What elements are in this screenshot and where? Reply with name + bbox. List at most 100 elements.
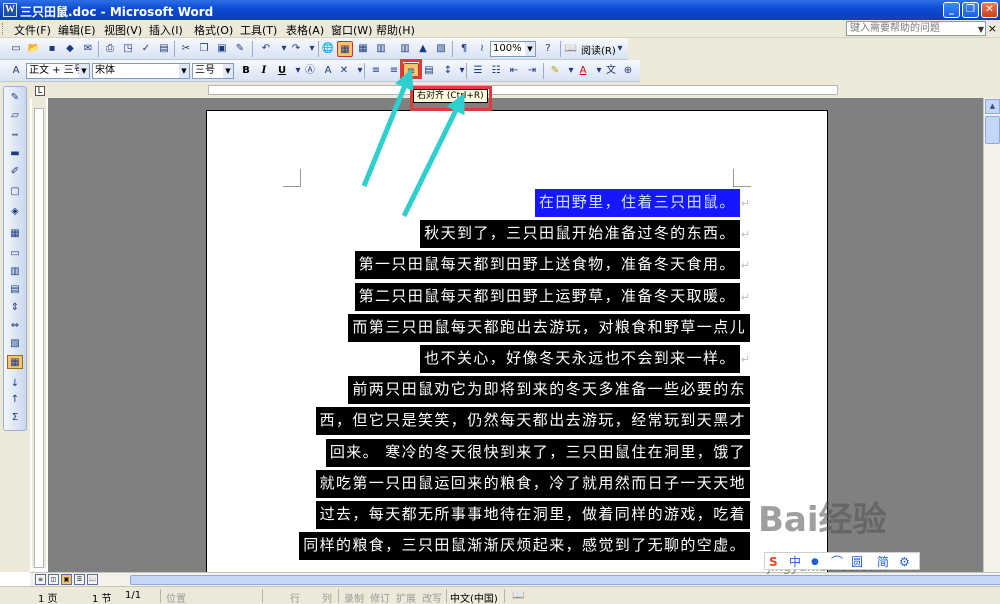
bold-button[interactable]: B bbox=[238, 63, 254, 79]
document-close-button[interactable]: × bbox=[988, 22, 997, 35]
help-search-input[interactable]: 键入需要帮助的问题 ▼ bbox=[846, 21, 986, 36]
print-icon[interactable]: ⎙ bbox=[102, 41, 118, 57]
document-line[interactable]: 前两只田鼠劝它为即将到来的冬天多准备一些必要的东 bbox=[348, 374, 750, 405]
minimize-button[interactable]: _ bbox=[943, 2, 960, 18]
read-mode-icon[interactable]: 📖 bbox=[563, 41, 579, 57]
font-size-select[interactable]: 三号 ▼ bbox=[192, 63, 234, 79]
document-line[interactable]: 而第三只田鼠每天都跑出去游玩，对粮食和野草一点儿 bbox=[348, 312, 750, 342]
line-style-icon[interactable]: ┅ bbox=[7, 129, 23, 143]
document-line[interactable]: 第二只田鼠每天都到田野上运野草，准备冬天取暖。 ↵ bbox=[354, 281, 750, 311]
ime-settings-icon[interactable]: ⚙ bbox=[899, 554, 910, 570]
decrease-indent-icon[interactable]: ⇤ bbox=[506, 63, 522, 79]
normal-view-icon[interactable]: ≡ bbox=[35, 574, 46, 585]
chevron-down-icon[interactable]: ▼ bbox=[978, 23, 984, 36]
sort-ascending-icon[interactable]: ↓ bbox=[7, 377, 23, 391]
char-scale-dropdown-icon[interactable]: ▾ bbox=[352, 63, 368, 79]
menu-tools[interactable]: 工具(T) bbox=[240, 22, 277, 38]
drawing-icon[interactable]: ▲ bbox=[415, 41, 431, 57]
ime-simplified[interactable]: 简 bbox=[877, 554, 889, 570]
border-color-icon[interactable]: ✐ bbox=[7, 165, 23, 179]
sort-descending-icon[interactable]: ↑ bbox=[7, 393, 23, 407]
distributed-icon[interactable]: ▤ bbox=[421, 63, 437, 79]
styles-pane-icon[interactable]: A bbox=[8, 63, 24, 79]
document-line[interactable]: 过去，每天都无所事事地待在洞里，做着同样的游戏，吃着 bbox=[315, 499, 750, 529]
font-select[interactable]: 宋体 ▼ bbox=[92, 63, 190, 79]
print-layout-icon[interactable]: ▣ bbox=[61, 574, 72, 585]
menu-view[interactable]: 视图(V) bbox=[104, 22, 142, 38]
vertical-ruler[interactable] bbox=[34, 108, 44, 568]
show-gridlines-icon[interactable]: ▦ bbox=[7, 355, 23, 369]
new-document-icon[interactable]: ▭ bbox=[8, 41, 24, 57]
align-justify-icon[interactable]: ≡ bbox=[368, 63, 384, 79]
highlight-icon[interactable]: ✎ bbox=[547, 63, 563, 79]
insert-table-vertical-icon[interactable]: ▦ bbox=[7, 227, 23, 241]
document-line[interactable]: 同样的粮食，三只田鼠渐渐厌烦起来，感觉到了无聊的空虚。 bbox=[299, 530, 750, 561]
read-mode-button[interactable]: 阅读(R) bbox=[581, 42, 616, 57]
columns-icon[interactable]: ▥ bbox=[397, 41, 413, 57]
merge-cells-icon[interactable]: ▭ bbox=[7, 247, 23, 261]
menu-help[interactable]: 帮助(H) bbox=[376, 22, 415, 38]
copy-icon[interactable]: ❐ bbox=[196, 41, 212, 57]
document-line[interactable]: 在田野里，住着三只田鼠。 ↵ bbox=[534, 187, 750, 217]
undo-icon[interactable]: ↶ bbox=[258, 41, 274, 57]
tab-selector[interactable]: L bbox=[35, 86, 45, 96]
insert-excel-icon[interactable]: ▥ bbox=[373, 41, 389, 57]
autosum-icon[interactable]: Σ bbox=[7, 411, 23, 425]
scroll-thumb[interactable] bbox=[985, 116, 1000, 144]
print-preview-icon[interactable]: ◳ bbox=[120, 41, 136, 57]
zoom-select[interactable]: 100% ▼ bbox=[490, 41, 536, 57]
char-border-icon[interactable]: Ⓐ bbox=[302, 63, 318, 79]
shading-color-icon[interactable]: ◈ bbox=[7, 205, 23, 219]
menu-table[interactable]: 表格(A) bbox=[286, 22, 324, 38]
status-ext[interactable]: 扩展 bbox=[396, 590, 416, 604]
status-rec[interactable]: 录制 bbox=[344, 590, 364, 604]
scroll-up-icon[interactable]: ▲ bbox=[985, 99, 1000, 114]
word-app-icon[interactable]: W bbox=[3, 3, 17, 17]
chevron-down-icon[interactable]: ▼ bbox=[525, 42, 535, 56]
tables-borders-icon[interactable]: ▦ bbox=[337, 41, 353, 57]
help-icon[interactable]: ? bbox=[540, 41, 556, 57]
outline-view-icon[interactable]: ☰ bbox=[74, 574, 85, 585]
ime-punct-icon[interactable]: ⌒ bbox=[831, 554, 843, 570]
italic-button[interactable]: I bbox=[256, 63, 272, 79]
eraser-icon[interactable]: ▱ bbox=[7, 109, 23, 123]
menu-grip[interactable] bbox=[2, 23, 5, 35]
chevron-down-icon[interactable]: ▼ bbox=[223, 64, 233, 78]
increase-indent-icon[interactable]: ⇥ bbox=[524, 63, 540, 79]
distribute-rows-icon[interactable]: ⇕ bbox=[7, 301, 23, 315]
paste-icon[interactable]: ▣ bbox=[214, 41, 230, 57]
ime-moon-icon[interactable]: ● bbox=[811, 554, 819, 570]
ime-toolbar[interactable]: S 中 ● ⌒ 圆 简 ⚙ bbox=[764, 552, 920, 570]
font-color-icon[interactable]: A bbox=[575, 63, 591, 79]
document-line[interactable]: 也不关心，好像冬天永远也不会到来一样。 ↵ bbox=[420, 343, 750, 373]
chevron-down-icon[interactable]: ▼ bbox=[179, 64, 189, 78]
status-trk[interactable]: 修订 bbox=[370, 590, 390, 604]
numbering-icon[interactable]: ☰ bbox=[470, 63, 486, 79]
line-weight-icon[interactable]: ▬ bbox=[7, 147, 23, 161]
restore-button[interactable]: ❐ bbox=[962, 2, 979, 18]
char-shading-icon[interactable]: A bbox=[320, 63, 336, 79]
insert-table-icon[interactable]: ▦ bbox=[355, 41, 371, 57]
document-line[interactable]: 回来。 寒冷的冬天很快到来了，三只田鼠住在洞里，饿了 bbox=[325, 437, 750, 467]
document-map-icon[interactable]: ▧ bbox=[433, 41, 449, 57]
close-button[interactable]: ✕ bbox=[981, 2, 998, 18]
research-icon[interactable]: ▤ bbox=[156, 41, 172, 57]
underline-button[interactable]: U bbox=[274, 63, 290, 79]
menu-window[interactable]: 窗口(W) bbox=[331, 22, 372, 38]
status-ovr[interactable]: 改写 bbox=[422, 590, 442, 604]
chevron-down-icon[interactable]: ▼ bbox=[79, 64, 89, 78]
save-icon[interactable]: ▪ bbox=[44, 41, 60, 57]
cut-icon[interactable]: ✂ bbox=[178, 41, 194, 57]
email-icon[interactable]: ✉ bbox=[80, 41, 96, 57]
ime-softkeyboard-icon[interactable]: 圆 bbox=[851, 554, 863, 570]
format-painter-icon[interactable]: ✎ bbox=[232, 41, 248, 57]
open-folder-icon[interactable]: 📂 bbox=[26, 41, 42, 57]
split-cells-icon[interactable]: ▥ bbox=[7, 265, 23, 279]
align-cell-icon[interactable]: ▤ bbox=[7, 283, 23, 297]
permission-icon[interactable]: ◆ bbox=[62, 41, 78, 57]
distribute-cols-icon[interactable]: ⇔ bbox=[7, 319, 23, 333]
document-line[interactable]: 第一只田鼠每天都到田野上送食物，准备冬天食用。 ↵ bbox=[354, 249, 750, 280]
table-autoformat-icon[interactable]: ▧ bbox=[7, 337, 23, 351]
hyperlink-icon[interactable]: 🌐 bbox=[320, 41, 336, 57]
show-hide-icon[interactable]: ¶ bbox=[456, 41, 472, 57]
